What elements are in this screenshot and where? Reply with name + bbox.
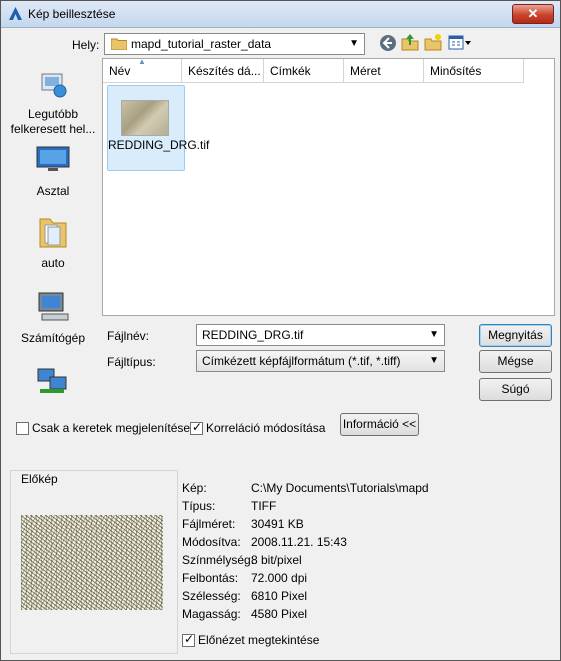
place-network[interactable]: [7, 363, 99, 400]
filename-input[interactable]: REDDING_DRG.tif ▼: [196, 324, 445, 346]
sort-arrow-icon: ▲: [138, 57, 146, 66]
filename-value: REDDING_DRG.tif: [202, 328, 304, 342]
info-row-resolution: Felbontás: 72.000 dpi: [182, 571, 308, 585]
column-header-tags[interactable]: Címkék: [264, 59, 344, 83]
info-row-filesize: Fájlméret: 30491 KB: [182, 517, 304, 531]
place-auto[interactable]: auto: [7, 215, 99, 271]
place-label: Számítógép: [20, 331, 86, 345]
show-preview-label: Előnézet megtekintése: [198, 633, 320, 647]
places-bar: Legutóbb felkeresett hel... Asztal auto: [7, 58, 99, 398]
checkmark-icon: ✓: [192, 420, 203, 434]
checkmark-icon: ✓: [184, 632, 195, 646]
show-preview-checkbox[interactable]: ✓: [182, 632, 195, 647]
file-thumbnail: [121, 100, 169, 136]
location-value: mapd_tutorial_raster_data: [131, 37, 272, 51]
location-combo[interactable]: mapd_tutorial_raster_data ▼: [104, 33, 365, 55]
file-name: REDDING_DRG.tif: [108, 138, 210, 152]
place-recent[interactable]: Legutóbb felkeresett hel...: [7, 66, 99, 137]
chevron-down-icon: ▼: [429, 329, 439, 340]
new-folder-icon[interactable]: [424, 33, 442, 51]
dialog-window: Kép beillesztése ✕ Hely: mapd_tutorial_r…: [0, 0, 561, 661]
desktop-icon: [36, 146, 70, 171]
window-title: Kép beillesztése: [28, 7, 116, 21]
open-button[interactable]: Megnyitás: [479, 324, 552, 347]
file-list[interactable]: Név ▲ Készítés dá... Címkék Méret Minősí…: [102, 57, 555, 316]
info-row-height: Magasság: 4580 Pixel: [182, 607, 308, 621]
folder-icon: [39, 218, 67, 248]
column-header-name[interactable]: Név ▲: [103, 57, 182, 83]
frames-only-checkbox[interactable]: [16, 422, 29, 435]
file-item[interactable]: REDDING_DRG.tif: [107, 85, 210, 171]
filetype-select[interactable]: Címkézett képfájlformátum (*.tif, *.tiff…: [196, 350, 445, 372]
info-toggle-button[interactable]: Információ <<: [340, 413, 419, 436]
chevron-down-icon: ▼: [349, 38, 359, 49]
computer-icon: [38, 292, 69, 321]
info-row-color-depth: Színmélység: 8 bit/pixel: [182, 553, 302, 567]
correlation-checkbox[interactable]: ✓: [190, 420, 203, 435]
info-row-width: Szélesség: 6810 Pixel: [182, 589, 308, 603]
column-header-created[interactable]: Készítés dá...: [182, 59, 264, 83]
view-menu-icon[interactable]: [448, 34, 472, 52]
autocad-app-icon: [9, 7, 22, 20]
column-header-size[interactable]: Méret: [344, 59, 424, 83]
place-label: auto: [41, 256, 65, 270]
info-row-modified: Módosítva: 2008.11.21. 15:43: [182, 535, 347, 549]
place-desktop[interactable]: Asztal: [7, 143, 99, 199]
up-folder-icon[interactable]: [401, 33, 419, 51]
location-label: Hely:: [72, 38, 100, 52]
filename-label: Fájlnév:: [107, 329, 150, 343]
folder-icon: [111, 38, 127, 50]
title-bar: Kép beillesztése ✕: [1, 1, 560, 28]
network-icon: [37, 368, 67, 393]
chevron-down-icon: ▼: [429, 355, 439, 366]
help-button[interactable]: Súgó: [479, 378, 552, 401]
place-label: Legutóbb felkeresett hel...: [10, 107, 96, 136]
info-row-type: Típus: TIFF: [182, 499, 277, 513]
column-header-rating[interactable]: Minősítés: [424, 59, 524, 83]
preview-legend: Előkép: [19, 472, 60, 486]
frames-only-label: Csak a keretek megjelenítése: [32, 421, 191, 435]
back-icon[interactable]: [379, 34, 397, 52]
cancel-button[interactable]: Mégse: [479, 350, 552, 373]
info-row-image: Kép: C:\My Documents\Tutorials\mapd: [182, 481, 429, 495]
place-computer[interactable]: Számítógép: [7, 290, 99, 346]
filetype-label: Fájltípus:: [107, 355, 156, 369]
close-button[interactable]: ✕: [512, 4, 554, 24]
recent-places-icon: [41, 73, 67, 98]
correlation-label: Korreláció módosítása: [206, 421, 326, 435]
filetype-value: Címkézett képfájlformátum (*.tif, *.tiff…: [202, 354, 401, 368]
preview-image: [21, 515, 163, 610]
place-label: Asztal: [36, 184, 70, 198]
